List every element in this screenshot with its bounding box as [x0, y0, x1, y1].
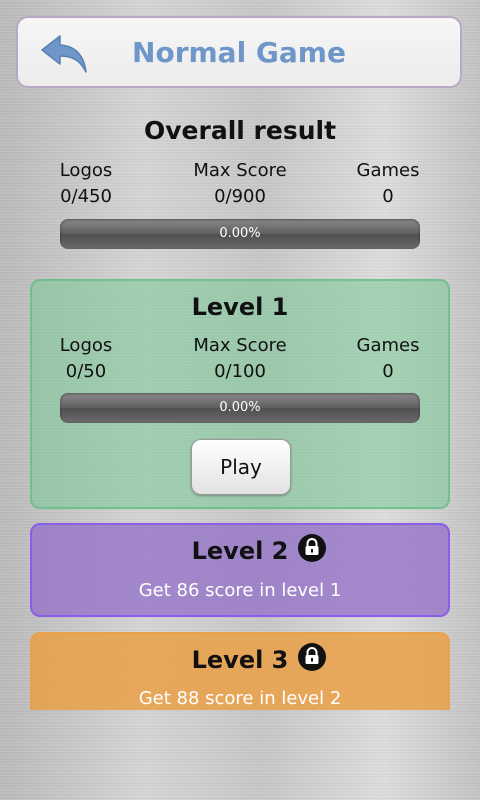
logos-label: Logos	[59, 335, 113, 356]
maxscore-label: Max Score	[193, 335, 287, 356]
level-3-title: Level 3	[191, 646, 289, 674]
games-label: Games	[356, 335, 420, 356]
games-label: Games	[356, 160, 420, 181]
games-value: 0	[382, 186, 394, 207]
logos-value: 0/50	[65, 361, 107, 382]
maxscore-value: 0/100	[214, 361, 266, 382]
level-2-requirement: Get 86 score in level 1	[138, 580, 342, 601]
overall-progress-bar: 0.00%	[60, 219, 420, 249]
level-3-card[interactable]: Level 3 Get 88 score in level 2	[30, 632, 450, 710]
overall-progress-text: 0.00%	[219, 226, 261, 241]
level-1-progress-bar: 0.00%	[60, 393, 420, 423]
level-1-card: Level 1 Logos 0/50 Max Score 0/100 Games…	[30, 279, 450, 509]
level-2-card[interactable]: Level 2 Get 86 score in level 1	[30, 523, 450, 617]
header-bar: Normal Game	[16, 16, 462, 88]
level-3-requirement: Get 88 score in level 2	[138, 688, 342, 709]
level-1-progress-text: 0.00%	[219, 400, 261, 415]
lock-icon	[298, 534, 326, 562]
logos-label: Logos	[59, 160, 113, 181]
overall-maxscore-stat: Max Score 0/900	[170, 158, 310, 210]
level-2-title: Level 2	[191, 537, 289, 565]
level-1-logos-stat: Logos 0/50	[16, 333, 156, 385]
play-button[interactable]: Play	[191, 439, 291, 495]
lock-icon	[298, 643, 326, 671]
overall-logos-stat: Logos 0/450	[16, 158, 156, 210]
level-1-games-stat: Games 0	[318, 333, 458, 385]
level-1-title: Level 1	[191, 293, 289, 321]
maxscore-label: Max Score	[193, 160, 287, 181]
page-title: Normal Game	[132, 36, 346, 69]
level-1-maxscore-stat: Max Score 0/100	[170, 333, 310, 385]
maxscore-value: 0/900	[214, 186, 266, 207]
games-value: 0	[382, 361, 394, 382]
logos-value: 0/450	[60, 186, 112, 207]
overall-result-title: Overall result	[143, 116, 337, 145]
overall-games-stat: Games 0	[318, 158, 458, 210]
